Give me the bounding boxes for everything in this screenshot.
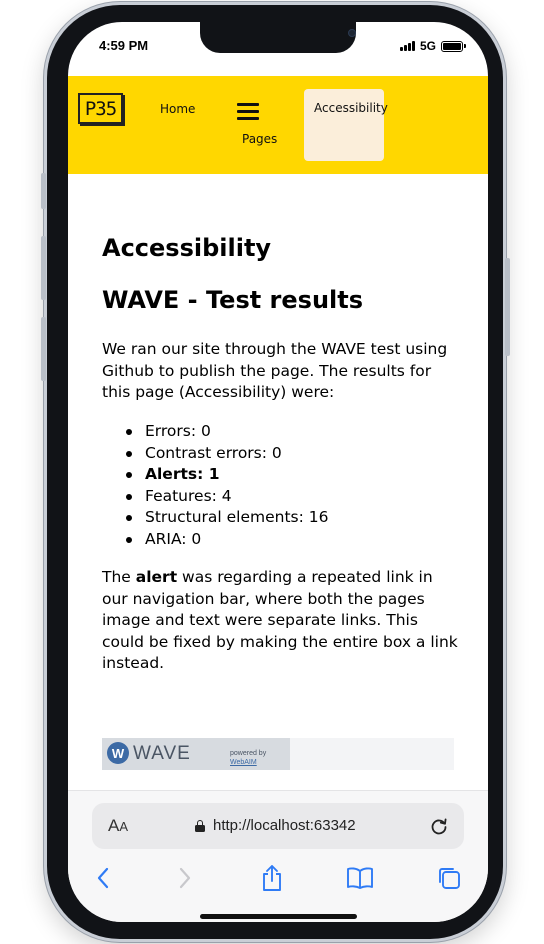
wave-logo-icon: W: [107, 742, 129, 764]
page-title: Accessibility: [102, 234, 272, 262]
bookmarks-icon[interactable]: [345, 863, 375, 893]
battery-fill: [443, 42, 462, 50]
phone-volume-up: [41, 236, 46, 300]
intro-line: Github to publish the page. The results …: [102, 361, 432, 380]
status-indicators: 5G: [400, 39, 467, 53]
nav-link-pages[interactable]: Pages: [242, 132, 277, 146]
battery-icon: [441, 40, 467, 52]
address-bar[interactable]: AA http://localhost:63342: [92, 803, 464, 849]
lock-icon: [195, 820, 205, 832]
home-indicator[interactable]: [200, 914, 357, 919]
url-text[interactable]: http://localhost:63342: [213, 817, 356, 834]
signal-icon: [400, 41, 415, 51]
note-text: The: [102, 568, 136, 586]
wave-badge[interactable]: W WAVE powered by WebAIM: [102, 738, 290, 770]
phone-screen: 4:59 PM 5G P35 Home Pages Accessibility …: [68, 22, 488, 922]
result-item: Contrast errors: 0: [124, 443, 329, 465]
network-type: 5G: [420, 39, 437, 53]
result-item: Structural elements: 16: [124, 507, 329, 529]
result-item: ARIA: 0: [124, 529, 329, 551]
notch: [200, 22, 356, 53]
share-icon[interactable]: [257, 863, 287, 893]
note-line: instead.: [102, 654, 165, 672]
note-line: could be fixed by making the entire box …: [102, 632, 458, 651]
text-size-button[interactable]: AA: [108, 816, 128, 836]
front-camera: [348, 29, 356, 37]
note-paragraph: The alert was regarding a repeated link …: [102, 567, 462, 675]
intro-paragraph: We ran our site through the WAVE test us…: [102, 339, 462, 404]
site-logo[interactable]: P35: [78, 93, 123, 124]
browser-bottom-bar: AA http://localhost:63342: [68, 790, 488, 922]
back-icon[interactable]: [88, 863, 118, 893]
note-text: was regarding a repeated link in: [177, 568, 433, 586]
tabs-icon[interactable]: [434, 863, 464, 893]
wave-webaim-link[interactable]: WebAIM: [230, 759, 257, 766]
intro-line: this page (Accessibility) were:: [102, 383, 335, 401]
status-time: 4:59 PM: [99, 38, 149, 53]
result-item: Errors: 0: [124, 421, 329, 443]
phone-side-button: [41, 173, 46, 209]
note-emphasis: alert: [135, 568, 178, 586]
section-title: WAVE - Test results: [102, 286, 364, 314]
note-line: image and text were separate links. This: [102, 611, 418, 629]
text-size-label-small: A: [119, 819, 129, 834]
text-size-label-large: A: [108, 816, 120, 835]
nav-link-home[interactable]: Home: [160, 102, 195, 116]
results-list: Errors: 0 Contrast errors: 0 Alerts: 1 F…: [124, 421, 329, 550]
wave-badge-name: WAVE: [133, 743, 191, 764]
wave-powered-by: powered by: [230, 750, 267, 757]
forward-icon[interactable]: [170, 863, 200, 893]
result-item: Features: 4: [124, 486, 329, 508]
pages-menu-icon[interactable]: [237, 103, 259, 121]
intro-line: We ran our site through the WAVE test us…: [102, 340, 448, 358]
phone-power-button: [505, 258, 510, 356]
site-header: P35 Home Pages Accessibility: [68, 76, 488, 174]
phone-volume-down: [41, 317, 46, 381]
note-line: our navigation bar, where both the pages: [102, 589, 425, 608]
result-item: Alerts: 1: [124, 464, 329, 486]
reload-icon[interactable]: [429, 816, 449, 836]
nav-link-accessibility[interactable]: Accessibility: [304, 89, 388, 161]
